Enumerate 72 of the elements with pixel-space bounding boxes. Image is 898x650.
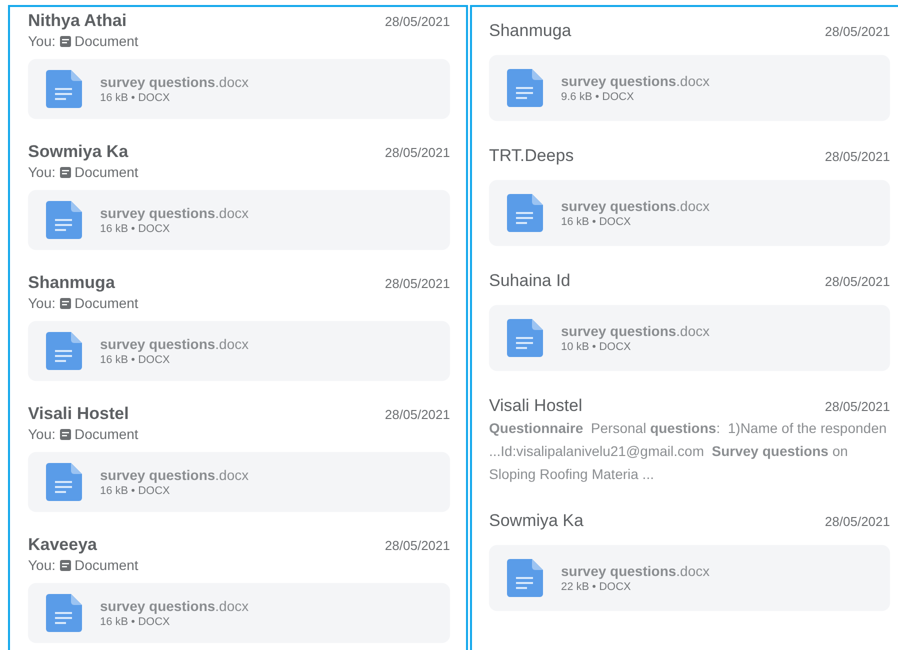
message-snippet: Questionnaire Personal questions: 1)Name of the responden ...Id:visalipalanivelu21@gmail.com Survey questions on Sloping Roofing Materia ...: [489, 419, 888, 484]
attachment-card[interactable]: survey questions.docx 16 kB • DOCX: [28, 321, 450, 381]
message-date: 28/05/2021: [384, 407, 450, 422]
contact-name: TRT.Deeps: [489, 146, 574, 166]
file-name: survey questions.docx: [100, 74, 249, 90]
document-icon: [507, 559, 543, 597]
file-name: survey questions.docx: [561, 198, 710, 214]
attachment-card[interactable]: survey questions.docx 16 kB • DOCX: [28, 59, 450, 119]
sender-label: You:: [28, 295, 56, 311]
file-name: survey questions.docx: [100, 598, 249, 614]
message-date: 28/05/2021: [384, 14, 450, 29]
message-preview: Document: [74, 33, 138, 49]
attachment-card[interactable]: survey questions.docx 16 kB • DOCX: [28, 190, 450, 250]
file-size: 16 kB • DOCX: [100, 485, 171, 497]
attachment-card[interactable]: survey questions.docx 16 kB • DOCX: [489, 180, 890, 246]
attachment-card[interactable]: survey questions.docx 22 kB • DOCX: [489, 545, 890, 611]
message-date: 28/05/2021: [824, 399, 890, 414]
file-size: 9.6 kB • DOCX: [561, 91, 635, 103]
message-preview: Document: [74, 164, 138, 180]
sender-label: You:: [28, 33, 56, 49]
message-date: 28/05/2021: [824, 24, 890, 39]
message-date: 28/05/2021: [384, 145, 450, 160]
message-date: 28/05/2021: [824, 274, 890, 289]
contact-name: Shanmuga: [28, 273, 115, 293]
message-date: 28/05/2021: [384, 538, 450, 553]
file-size: 10 kB • DOCX: [561, 341, 632, 353]
document-icon: [46, 201, 82, 239]
message-date: 28/05/2021: [824, 514, 890, 529]
message-preview: Document: [74, 426, 138, 442]
sender-label: You:: [28, 557, 56, 573]
contact-name: Kaveeya: [28, 535, 98, 555]
document-icon: [60, 560, 71, 570]
document-icon: [46, 463, 82, 501]
file-name: survey questions.docx: [100, 467, 249, 483]
message-date: 28/05/2021: [384, 276, 450, 291]
file-size: 16 kB • DOCX: [100, 223, 171, 235]
file-size: 16 kB • DOCX: [100, 616, 171, 628]
attachment-card[interactable]: survey questions.docx 16 kB • DOCX: [28, 583, 450, 643]
document-icon: [46, 332, 82, 370]
message-date: 28/05/2021: [824, 149, 890, 164]
document-icon: [46, 70, 82, 108]
document-icon: [60, 428, 71, 440]
attachment-card[interactable]: survey questions.docx 16 kB • DOCX: [28, 452, 450, 512]
contact-name: Nithya Athai: [28, 11, 127, 31]
attachment-card[interactable]: survey questions.docx 10 kB • DOCX: [489, 305, 890, 371]
document-icon: [507, 194, 543, 232]
file-name: survey questions.docx: [561, 73, 710, 89]
document-icon: [60, 298, 71, 308]
sender-label: You:: [28, 164, 56, 180]
contact-name: Sowmiya Ka: [28, 142, 128, 162]
contact-name: Visali Hostel: [489, 396, 582, 416]
attachment-card[interactable]: survey questions.docx 9.6 kB • DOCX: [489, 55, 890, 121]
document-icon: [60, 166, 71, 178]
contact-name: Sowmiya Ka: [489, 511, 584, 531]
message-preview: Document: [74, 295, 138, 311]
file-name: survey questions.docx: [100, 205, 249, 221]
contact-name: Visali Hostel: [28, 404, 129, 424]
sender-label: You:: [28, 426, 56, 442]
message-preview: Document: [74, 557, 138, 573]
file-size: 22 kB • DOCX: [561, 581, 632, 593]
document-icon: [507, 69, 543, 107]
file-name: survey questions.docx: [100, 336, 249, 352]
file-size: 16 kB • DOCX: [100, 354, 171, 366]
contact-name: Suhaina Id: [489, 271, 570, 291]
file-size: 16 kB • DOCX: [100, 92, 171, 104]
document-icon: [507, 319, 543, 357]
contact-name: Shanmuga: [489, 21, 572, 41]
file-name: survey questions.docx: [561, 323, 710, 339]
file-size: 16 kB • DOCX: [561, 216, 632, 228]
file-name: survey questions.docx: [561, 563, 710, 579]
document-icon: [60, 36, 71, 46]
document-icon: [46, 594, 82, 632]
